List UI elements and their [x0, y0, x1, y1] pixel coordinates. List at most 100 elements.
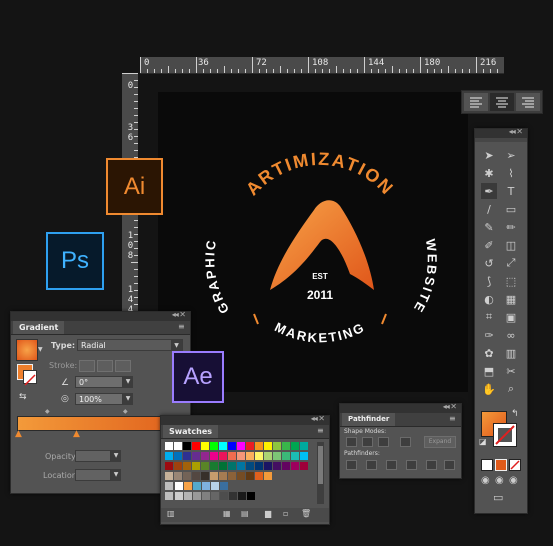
column-graph-tool-icon[interactable]: ▥ [503, 345, 519, 361]
color-swatch[interactable] [183, 442, 191, 450]
color-swatch[interactable] [300, 462, 308, 470]
color-swatch[interactable] [291, 442, 299, 450]
horizontal-ruler[interactable]: 0 36 72 108 144 180 216 [140, 57, 504, 74]
color-swatch[interactable] [264, 452, 272, 460]
artboard-tool-icon[interactable]: ⬒ [481, 363, 497, 379]
stroke-swatch[interactable] [493, 423, 517, 447]
gradient-panel-header[interactable]: ◂◂ ✕ [11, 310, 190, 321]
chevron-down-icon[interactable]: ▼ [38, 346, 43, 353]
color-swatch[interactable] [165, 452, 173, 460]
unite-button[interactable] [346, 437, 357, 447]
angle-input[interactable]: 0° [75, 376, 123, 388]
color-swatch[interactable] [184, 482, 192, 490]
color-swatch[interactable] [201, 472, 209, 480]
collapse-icon[interactable]: ◂◂ ✕ [509, 127, 523, 136]
collapse-icon[interactable]: ◂◂ ✕ [172, 310, 186, 319]
minus-back-button[interactable] [444, 460, 455, 470]
aspect-ratio-input[interactable]: 100% [75, 393, 123, 405]
color-swatch[interactable] [219, 442, 227, 450]
color-swatch[interactable] [237, 442, 245, 450]
swatches-panel-header[interactable]: ◂◂ ✕ [161, 414, 329, 425]
draw-behind-icon[interactable]: ◉ [495, 475, 504, 486]
stroke-along-button[interactable] [97, 360, 113, 372]
color-swatch[interactable] [183, 472, 191, 480]
rotate-tool-icon[interactable]: ↺ [481, 255, 497, 271]
default-fill-stroke-icon[interactable]: ◪ [479, 437, 487, 446]
merge-button[interactable] [386, 460, 397, 470]
color-swatch[interactable] [183, 452, 191, 460]
mesh-tool-icon[interactable]: ⌗ [481, 309, 497, 325]
chevron-down-icon[interactable]: ▼ [111, 450, 121, 462]
color-group-folder-icon[interactable] [165, 492, 173, 500]
panel-menu-icon[interactable]: ≡ [317, 427, 325, 435]
color-swatch[interactable] [175, 492, 183, 500]
hand-tool-icon[interactable]: ✋ [481, 381, 497, 397]
swatch-library-icon[interactable]: ▥ [167, 509, 175, 518]
new-color-group-icon[interactable]: ▆ [265, 509, 271, 518]
gradient-stop-left-icon[interactable]: ▲ [15, 429, 22, 439]
swatches-scrollbar[interactable] [317, 442, 324, 504]
color-swatch[interactable] [174, 452, 182, 460]
reverse-gradient-icon[interactable]: ⇆ [19, 392, 27, 402]
line-tool-icon[interactable]: / [481, 201, 497, 217]
color-swatch[interactable] [273, 442, 281, 450]
midpoint-marker-icon[interactable]: ◆ [45, 408, 50, 415]
eyedropper-tool-icon[interactable]: ✑ [481, 327, 497, 343]
color-swatch[interactable] [192, 452, 200, 460]
gradient-mode-button[interactable] [495, 459, 507, 471]
align-left-button[interactable] [464, 93, 488, 111]
color-swatch[interactable] [300, 442, 308, 450]
color-swatch[interactable] [273, 462, 281, 470]
color-swatch[interactable] [264, 472, 272, 480]
selection-tool-icon[interactable]: ➤ [481, 147, 497, 163]
delete-swatch-icon[interactable]: 🗑 [301, 509, 311, 518]
color-swatch[interactable] [228, 472, 236, 480]
color-swatch[interactable] [247, 492, 255, 500]
color-swatch[interactable] [210, 452, 218, 460]
color-swatch[interactable] [192, 472, 200, 480]
color-swatch[interactable] [228, 442, 236, 450]
panel-menu-icon[interactable]: ≡ [178, 323, 186, 331]
chevron-down-icon[interactable]: ▼ [171, 340, 182, 350]
color-swatch[interactable] [175, 482, 183, 490]
direct-selection-tool-icon[interactable]: ➢ [503, 147, 519, 163]
tools-panel-header[interactable]: ◂◂ ✕ [475, 127, 527, 138]
color-swatch[interactable] [201, 462, 209, 470]
divide-button[interactable] [346, 460, 357, 470]
free-transform-tool-icon[interactable]: ⬚ [503, 273, 519, 289]
color-swatch[interactable] [291, 462, 299, 470]
chevron-down-icon[interactable]: ▼ [123, 376, 133, 388]
color-swatch[interactable] [228, 452, 236, 460]
gradient-tool-icon[interactable]: ▣ [503, 309, 519, 325]
lasso-tool-icon[interactable]: ⌇ [503, 165, 519, 181]
color-swatch[interactable] [174, 462, 182, 470]
pencil-tool-icon[interactable]: ✏ [503, 219, 519, 235]
tab-pathfinder[interactable]: Pathfinder [342, 413, 396, 426]
color-swatch[interactable] [193, 482, 201, 490]
type-tool-icon[interactable]: T [503, 183, 519, 199]
gradient-preview-swatch[interactable] [16, 339, 38, 361]
magic-wand-tool-icon[interactable]: ✱ [481, 165, 497, 181]
trim-button[interactable] [366, 460, 377, 470]
stroke-swatch[interactable] [23, 370, 37, 386]
paintbrush-tool-icon[interactable]: ✎ [481, 219, 497, 235]
color-mode-button[interactable] [481, 459, 493, 471]
width-tool-icon[interactable]: ⟆ [481, 273, 497, 289]
color-swatch[interactable] [246, 472, 254, 480]
draw-normal-icon[interactable]: ◉ [481, 475, 490, 486]
color-swatch[interactable] [210, 442, 218, 450]
exclude-button[interactable] [400, 437, 411, 447]
none-mode-button[interactable] [509, 459, 521, 471]
color-swatch[interactable] [238, 492, 246, 500]
opacity-input[interactable] [75, 450, 111, 462]
color-swatch[interactable] [246, 462, 254, 470]
color-swatch[interactable] [220, 482, 228, 490]
shape-builder-tool-icon[interactable]: ◐ [481, 291, 497, 307]
color-swatch[interactable] [193, 492, 201, 500]
color-swatch[interactable] [219, 452, 227, 460]
swatch-options-icon[interactable]: ▤ [241, 509, 249, 518]
symbol-sprayer-tool-icon[interactable]: ✿ [481, 345, 497, 361]
color-swatch[interactable] [264, 462, 272, 470]
color-swatch[interactable] [210, 472, 218, 480]
color-swatch[interactable] [202, 482, 210, 490]
